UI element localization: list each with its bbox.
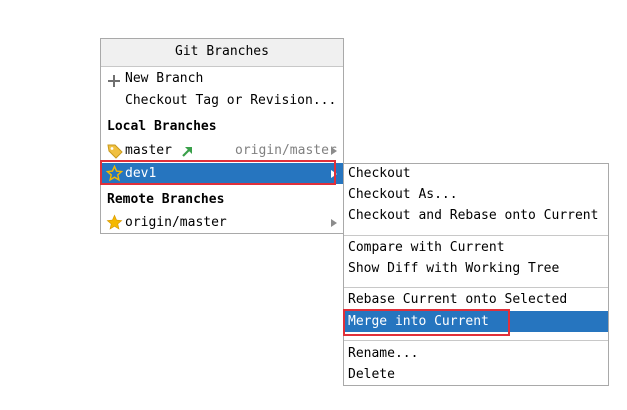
menu-item-compare[interactable]: Compare with Current xyxy=(344,237,608,258)
branch-item-master[interactable]: master origin/master xyxy=(101,140,343,161)
menu-item-label: Merge into Current xyxy=(348,314,489,329)
branch-name: master xyxy=(125,143,172,158)
menu-item-label: Checkout xyxy=(348,166,411,181)
menu-item-merge[interactable]: Merge into Current xyxy=(344,311,608,332)
plus-icon xyxy=(108,73,120,87)
branch-name: origin/master xyxy=(125,215,227,230)
popup-title: Git Branches xyxy=(101,39,343,67)
new-branch-label: New Branch xyxy=(125,71,204,86)
remote-branches-header: Remote Branches xyxy=(101,189,343,210)
menu-item-checkout-as[interactable]: Checkout As... xyxy=(344,184,608,205)
menu-separator xyxy=(344,287,608,288)
menu-item-delete[interactable]: Delete xyxy=(344,364,608,385)
star-outline-icon xyxy=(105,164,124,182)
star-filled-icon xyxy=(106,214,123,231)
menu-item-rebase[interactable]: Rebase Current onto Selected xyxy=(344,289,608,310)
menu-item-label: Rename... xyxy=(348,346,419,361)
branch-name: dev1 xyxy=(125,166,157,181)
menu-item-label: Rebase Current onto Selected xyxy=(348,292,568,307)
menu-item-label: Delete xyxy=(348,367,395,382)
menu-item-show-diff[interactable]: Show Diff with Working Tree xyxy=(344,258,608,279)
menu-separator xyxy=(344,340,608,341)
tag-icon xyxy=(107,143,123,159)
local-branches-header: Local Branches xyxy=(101,116,343,137)
menu-item-rename[interactable]: Rename... xyxy=(344,343,608,364)
chevron-right-icon xyxy=(331,147,337,155)
checkout-tag-item[interactable]: Checkout Tag or Revision... xyxy=(101,90,343,111)
checkout-tag-label: Checkout Tag or Revision... xyxy=(125,93,337,108)
local-branches-header-label: Local Branches xyxy=(107,119,217,134)
menu-item-label: Checkout and Rebase onto Current xyxy=(348,208,599,223)
menu-separator xyxy=(344,235,608,236)
tracking-branch: origin/master xyxy=(235,143,337,158)
chevron-right-icon xyxy=(331,170,337,178)
menu-item-label: Checkout As... xyxy=(348,187,458,202)
remote-branches-header-label: Remote Branches xyxy=(107,192,225,207)
menu-item-label: Show Diff with Working Tree xyxy=(348,261,560,276)
chevron-right-icon xyxy=(331,219,337,227)
new-branch-item[interactable]: New Branch xyxy=(101,68,343,89)
menu-item-checkout[interactable]: Checkout xyxy=(344,163,608,184)
branch-actions-submenu: Checkout Checkout As... Checkout and Reb… xyxy=(343,163,609,386)
branch-item-dev1[interactable]: dev1 xyxy=(101,163,343,184)
branch-item-origin-master[interactable]: origin/master xyxy=(101,212,343,233)
stage: Git Branches New Branch Checkout Tag or … xyxy=(0,0,627,410)
menu-item-checkout-rebase[interactable]: Checkout and Rebase onto Current xyxy=(344,205,608,226)
menu-item-label: Compare with Current xyxy=(348,240,505,255)
outgoing-arrow-icon xyxy=(181,144,194,157)
git-branches-popup: Git Branches New Branch Checkout Tag or … xyxy=(100,38,344,234)
